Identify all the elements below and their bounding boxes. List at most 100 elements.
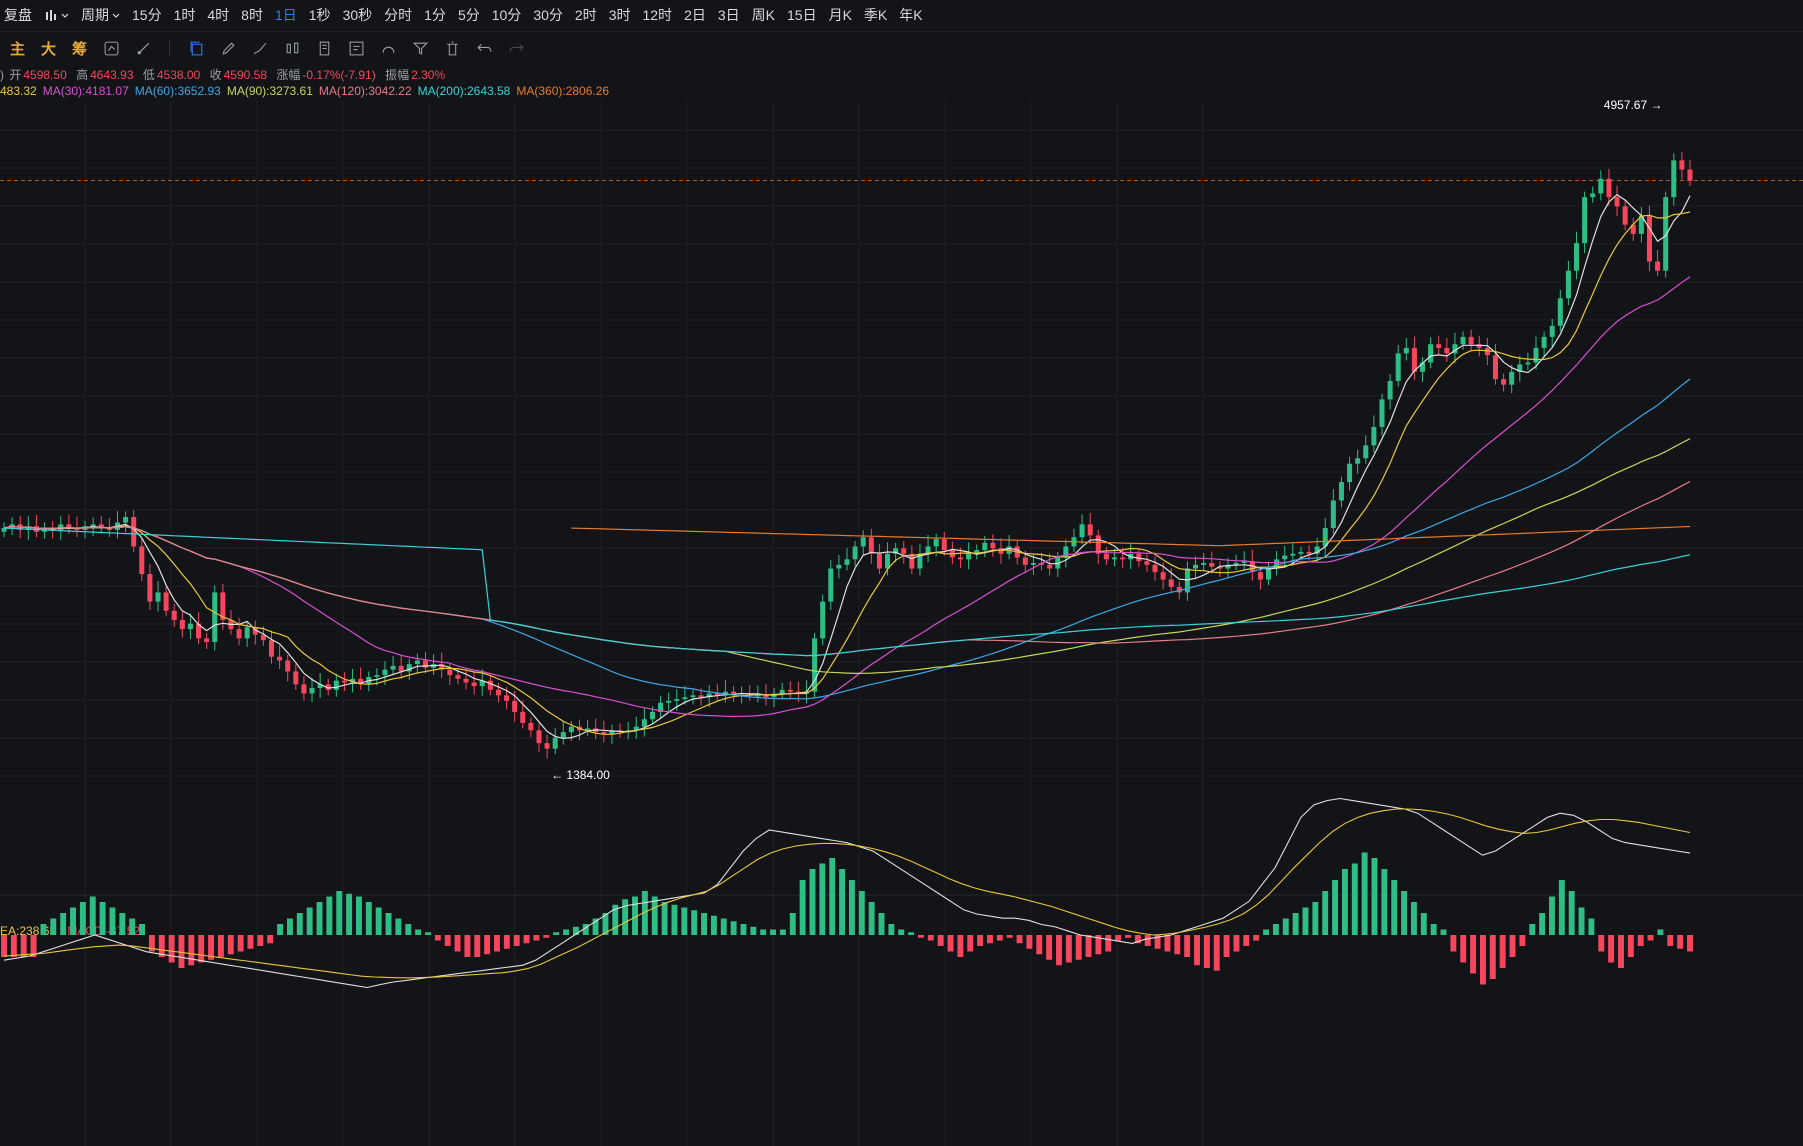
candle-body [131, 517, 137, 547]
macd-bar [1430, 924, 1437, 935]
compare-icon[interactable] [102, 39, 120, 57]
macd-bar [355, 896, 362, 935]
price-chart[interactable] [0, 100, 1803, 1146]
macd-bar [750, 926, 757, 935]
macd-bar [848, 880, 855, 935]
candle-body [390, 665, 396, 670]
candle-body [1338, 482, 1344, 501]
interval-tab-9[interactable]: 5分 [452, 0, 486, 31]
macd-bar [1657, 929, 1664, 935]
interval-tab-3[interactable]: 8时 [235, 0, 269, 31]
replay-button[interactable]: 复盘 [0, 0, 38, 31]
candle-body [1387, 380, 1393, 400]
interval-tab-7[interactable]: 分时 [378, 0, 418, 31]
candle-body [1379, 399, 1385, 427]
interval-tab-17[interactable]: 周K [746, 0, 781, 31]
filter-icon[interactable] [411, 39, 429, 57]
tool-bar: 主 大 筹 [0, 32, 1803, 64]
macd-bar [1509, 935, 1516, 957]
macd-bar [1282, 918, 1289, 935]
macd-bar [888, 924, 895, 935]
interval-tab-6[interactable]: 30秒 [337, 0, 379, 31]
interval-tab-5[interactable]: 1秒 [303, 0, 337, 31]
change-label: 涨幅 [276, 68, 301, 82]
macd-bar [188, 935, 195, 966]
macd-bar [1016, 935, 1023, 944]
macd-bar [760, 929, 767, 935]
interval-tab-16[interactable]: 3日 [712, 0, 746, 31]
macd-bar [1578, 907, 1585, 935]
interval-tab-18[interactable]: 15日 [781, 0, 823, 31]
interval-tab-1[interactable]: 1时 [168, 0, 202, 31]
trash-icon[interactable] [443, 39, 461, 57]
interval-tab-21[interactable]: 年K [893, 0, 928, 31]
candles-icon[interactable] [283, 39, 301, 57]
macd-bar [464, 935, 471, 957]
magnet-icon[interactable] [379, 39, 397, 57]
candle-body [755, 695, 761, 697]
indicator-big-button[interactable]: 大 [41, 38, 56, 59]
macd-bar [1036, 935, 1043, 955]
macd-bar [1263, 929, 1269, 935]
macd-bar [1539, 913, 1546, 935]
undo-icon[interactable] [475, 39, 493, 57]
candle-body [1582, 197, 1588, 244]
macd-bar [405, 924, 412, 935]
macd-bar [1598, 935, 1605, 952]
macd-bar [967, 935, 974, 952]
interval-tab-0[interactable]: 15分 [126, 0, 168, 31]
interval-tab-10[interactable]: 10分 [486, 0, 528, 31]
macd-bar [89, 896, 96, 935]
candle-body [901, 548, 907, 554]
macd-bar [701, 913, 707, 935]
candle-body [1565, 270, 1571, 299]
macd-bar [257, 935, 264, 946]
candle-body [422, 660, 429, 668]
macd-bar [365, 902, 372, 935]
copy-icon[interactable] [187, 39, 205, 57]
pencil-icon[interactable] [219, 39, 237, 57]
interval-tab-19[interactable]: 月K [823, 0, 858, 31]
ruler-icon[interactable] [315, 39, 333, 57]
period-dropdown[interactable]: 周期 [75, 0, 126, 31]
candle-body [1347, 463, 1353, 483]
interval-tab-11[interactable]: 30分 [527, 0, 569, 31]
candle-body [649, 711, 655, 720]
candle-body [1111, 557, 1118, 560]
note-icon[interactable] [347, 39, 365, 57]
macd-bar [237, 935, 244, 952]
candle-body [293, 671, 299, 685]
open-label: 开 [9, 68, 22, 82]
interval-tab-13[interactable]: 3时 [603, 0, 637, 31]
macd-bar [375, 907, 382, 935]
ma-legend-item: MA(120):3042.22 [318, 84, 412, 98]
draw-tools-icon[interactable] [134, 39, 152, 57]
macd-bar [217, 935, 224, 957]
chart-type-button[interactable] [38, 0, 75, 31]
macd-bar [1085, 935, 1092, 957]
macd-bar [1687, 935, 1693, 952]
macd-bar [1322, 891, 1329, 935]
interval-tab-12[interactable]: 2时 [569, 0, 603, 31]
redo-icon[interactable] [507, 39, 525, 57]
candle-body [544, 743, 550, 749]
interval-tab-14[interactable]: 12时 [636, 0, 678, 31]
indicator-main-button[interactable]: 主 [10, 38, 25, 59]
indicator-chips-button[interactable]: 筹 [72, 38, 87, 59]
macd-bar [1006, 935, 1013, 938]
ma-legend-item: MA(60):3652.93 [134, 84, 221, 98]
brush-icon[interactable] [251, 39, 269, 57]
candle-body [1468, 336, 1474, 345]
candle-body [1428, 344, 1434, 363]
macd-bar [198, 935, 205, 963]
interval-tab-2[interactable]: 4时 [201, 0, 235, 31]
interval-tab-15[interactable]: 2日 [678, 0, 712, 31]
macd-bar [1144, 935, 1151, 946]
macd-bar [50, 918, 57, 935]
interval-tab-20[interactable]: 季K [858, 0, 893, 31]
interval-tab-8[interactable]: 1分 [418, 0, 452, 31]
interval-tab-4[interactable]: 1日 [269, 0, 303, 31]
macd-bar [1302, 907, 1309, 935]
macd-bar [60, 913, 67, 935]
candle-body [520, 711, 526, 723]
